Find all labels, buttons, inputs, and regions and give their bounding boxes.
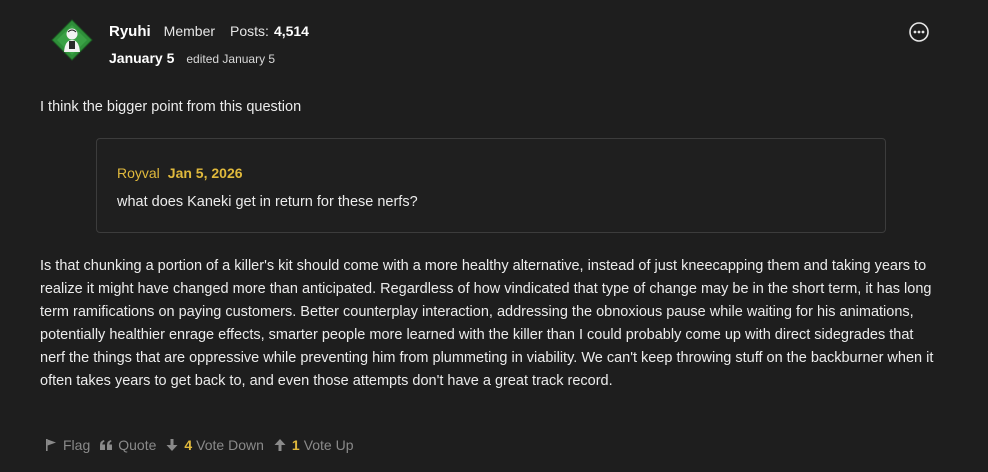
post-meta: January 5 edited January 5 (109, 50, 275, 66)
quote-text: what does Kaneki get in return for these… (117, 194, 418, 210)
edited-note: edited January 5 (186, 52, 276, 66)
quote-button[interactable]: Quote (99, 437, 156, 453)
quote-date[interactable]: Jan 5, 2026 (168, 165, 243, 181)
blockquote: Royval Jan 5, 2026 what does Kaneki get … (96, 138, 886, 233)
vote-up-label: Vote Up (303, 437, 354, 453)
vote-up-button[interactable]: 1 Vote Up (273, 437, 354, 453)
reaction-bar: Flag Quote 4 Vote Down 1 Vote Up (44, 437, 363, 453)
forum-post: Ryuhi Member Posts: 4,514 January 5 edit… (0, 0, 988, 472)
flag-button[interactable]: Flag (44, 437, 90, 453)
posts-count: 4,514 (273, 23, 309, 39)
post-intro-text: I think the bigger point from this quest… (40, 99, 302, 115)
ellipsis-circle-icon (909, 22, 929, 42)
post-options-button[interactable] (908, 21, 930, 43)
post-date[interactable]: January 5 (109, 50, 174, 66)
posts-label: Posts: (230, 23, 269, 39)
arrow-up-icon (274, 439, 286, 451)
vote-down-label: Vote Down (196, 437, 264, 453)
author-name[interactable]: Ryuhi (109, 23, 151, 40)
arrow-down-icon (166, 439, 178, 451)
vote-up-count: 1 (291, 437, 300, 453)
quote-author[interactable]: Royval (117, 165, 160, 181)
flag-icon (46, 439, 56, 451)
vote-down-count: 4 (184, 437, 193, 453)
flag-label: Flag (63, 437, 91, 453)
avatar-image (51, 19, 93, 61)
quote-label: Quote (118, 437, 157, 453)
quote-icon (100, 440, 113, 450)
quote-header: Royval Jan 5, 2026 (117, 165, 243, 181)
avatar[interactable] (51, 19, 93, 61)
vote-down-button[interactable]: 4 Vote Down (165, 437, 264, 453)
post-body: Is that chunking a portion of a killer's… (40, 258, 934, 389)
author-role: Member (163, 23, 216, 39)
author-meta: Ryuhi Member Posts: 4,514 (109, 23, 309, 45)
